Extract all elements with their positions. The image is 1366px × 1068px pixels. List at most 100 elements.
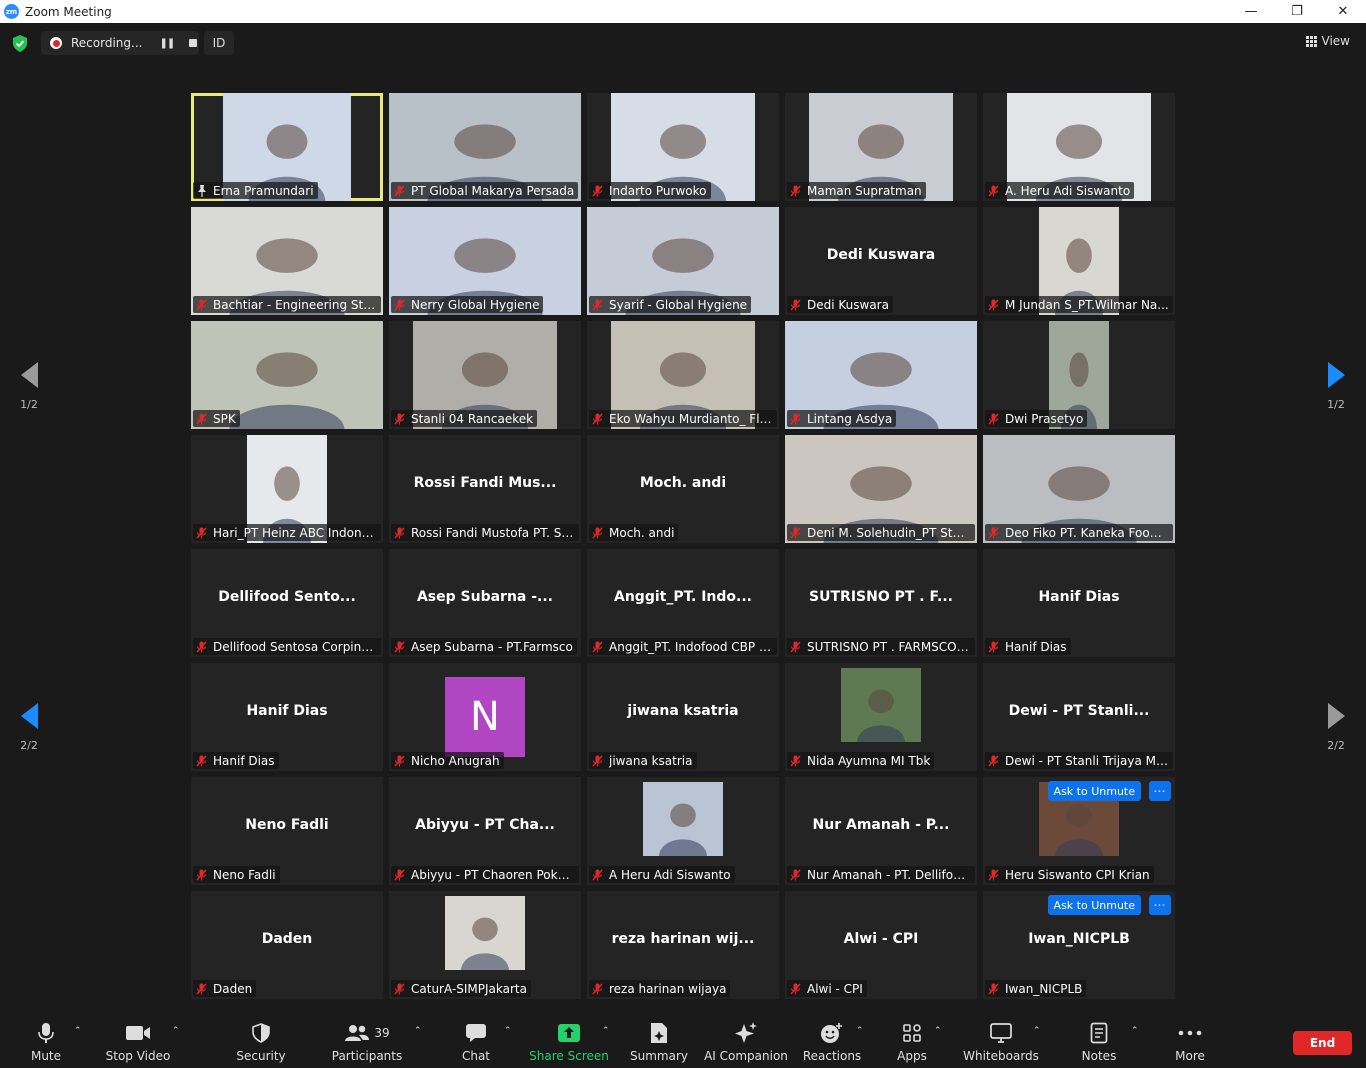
ask-to-unmute-button[interactable]: Ask to Unmute xyxy=(1047,895,1141,915)
participant-tile[interactable]: Deni M. Solehudin_PT Stanl... xyxy=(785,435,977,543)
mute-button[interactable]: Mute xyxy=(28,1020,64,1064)
meeting-id-button[interactable]: ID xyxy=(204,31,234,55)
apps-button[interactable]: Apps xyxy=(896,1020,928,1064)
participant-tile[interactable]: Erna Pramundari xyxy=(191,93,383,201)
participant-tile[interactable]: CaturA-SIMPJakarta xyxy=(389,891,581,999)
participant-display-name: Hanif Dias xyxy=(1038,589,1120,605)
reactions-button[interactable]: Reactions xyxy=(803,1020,861,1064)
participant-tile[interactable]: Nerry Global Hygiene xyxy=(389,207,581,315)
participant-tile[interactable]: Dewi - PT Stanli... Dewi - PT Stanli Trij… xyxy=(983,663,1175,771)
whiteboards-button[interactable]: Whiteboards xyxy=(963,1020,1039,1064)
participant-tile[interactable]: Neno Fadli Neno Fadli xyxy=(191,777,383,885)
participant-tile[interactable]: Deo Fiko PT. Kaneka Foods... xyxy=(983,435,1175,543)
participant-nameplate: Anggit_PT. Indofood CBP S... xyxy=(589,638,777,655)
participant-tile[interactable]: Rossi Fandi Mus... Rossi Fandi Mustofa PT… xyxy=(389,435,581,543)
ai-companion-button[interactable]: AI Companion xyxy=(704,1020,788,1064)
participant-tile[interactable]: Lintang Asdya xyxy=(785,321,977,429)
participant-tile[interactable]: SPK xyxy=(191,321,383,429)
participant-name: Neno Fadli xyxy=(213,867,276,882)
ask-to-unmute-button[interactable]: Ask to Unmute xyxy=(1047,781,1141,801)
recording-indicator[interactable]: Recording... ❚❚ xyxy=(41,31,199,55)
participants-options-chevron-icon[interactable]: ⌃ xyxy=(414,1026,422,1036)
recording-dot-icon xyxy=(50,37,62,49)
reactions-options-chevron-icon[interactable]: ⌃ xyxy=(856,1026,864,1036)
participants-button[interactable]: 39 Participants xyxy=(332,1020,402,1064)
participant-name: Bachtiar - Engineering Stanli xyxy=(213,297,377,312)
participant-tile[interactable]: Alwi - CPI Alwi - CPI xyxy=(785,891,977,999)
notes-button[interactable]: Notes xyxy=(1080,1020,1118,1064)
participant-tile[interactable]: Heru Siswanto CPI Krian Ask to Unmute ⋯ xyxy=(983,777,1175,885)
participant-tile[interactable]: Hari_PT Heinz ABC Indonesia xyxy=(191,435,383,543)
participant-tile[interactable]: Dellifood Sento... Dellifood Sentosa Corp… xyxy=(191,549,383,657)
participant-tile[interactable]: Dedi Kuswara Dedi Kuswara xyxy=(785,207,977,315)
participant-avatar: N xyxy=(445,677,525,757)
restore-button[interactable]: ❐ xyxy=(1274,0,1320,23)
muted-mic-icon xyxy=(988,755,999,766)
share-screen-button[interactable]: Share Screen xyxy=(529,1020,609,1064)
participant-tile[interactable]: A. Heru Adi Siswanto xyxy=(983,93,1175,201)
pause-recording-icon[interactable]: ❚❚ xyxy=(159,38,175,49)
more-button[interactable]: More xyxy=(1172,1020,1208,1064)
participant-tile[interactable]: Asep Subarna -... Asep Subarna - PT.Farms… xyxy=(389,549,581,657)
participant-display-name: Rossi Fandi Mus... xyxy=(413,475,557,491)
participant-name: Deni M. Solehudin_PT Stanl... xyxy=(807,525,971,540)
muted-mic-icon xyxy=(394,299,405,310)
stop-recording-icon[interactable] xyxy=(189,39,198,47)
next-page-button-2[interactable]: 2/2 xyxy=(1316,703,1356,752)
participant-tile[interactable]: Moch. andi Moch. andi xyxy=(587,435,779,543)
previous-page-button-2[interactable]: 2/2 xyxy=(9,703,49,752)
participant-tile[interactable]: Dwi Prasetyo xyxy=(983,321,1175,429)
chat-options-chevron-icon[interactable]: ⌃ xyxy=(504,1026,512,1036)
stop-video-button[interactable]: Stop Video xyxy=(106,1020,170,1064)
participant-name: Anggit_PT. Indofood CBP S... xyxy=(609,639,773,654)
participant-tile[interactable]: Abiyyu - PT Cha... Abiyyu - PT Chaoren Po… xyxy=(389,777,581,885)
microphone-icon xyxy=(38,1023,54,1043)
participant-nameplate: Hanif Dias xyxy=(193,752,279,769)
participant-tile[interactable]: Hanif Dias Hanif Dias xyxy=(983,549,1175,657)
muted-mic-icon xyxy=(988,299,999,310)
summary-button[interactable]: Summary xyxy=(630,1020,688,1064)
participant-tile[interactable]: Daden Daden xyxy=(191,891,383,999)
close-button[interactable]: ✕ xyxy=(1320,0,1366,23)
participant-nameplate: Indarto Purwoko xyxy=(589,182,711,199)
participant-tile[interactable]: N Nicho Anugrah xyxy=(389,663,581,771)
grid-view-icon xyxy=(1305,35,1317,47)
participant-nameplate: Bachtiar - Engineering Stanli xyxy=(193,296,381,313)
tile-more-options-button[interactable]: ⋯ xyxy=(1149,781,1171,801)
participant-tile[interactable]: jiwana ksatria jiwana ksatria xyxy=(587,663,779,771)
participant-tile[interactable]: Nida Ayumna MI Tbk xyxy=(785,663,977,771)
participant-tile[interactable]: Syarif - Global Hygiene xyxy=(587,207,779,315)
participant-tile[interactable]: Anggit_PT. Indo... Anggit_PT. Indofood CB… xyxy=(587,549,779,657)
next-page-button[interactable]: 1/2 xyxy=(1316,362,1356,411)
video-options-chevron-icon[interactable]: ⌃ xyxy=(172,1026,180,1036)
participant-tile[interactable]: PT Global Makarya Persada xyxy=(389,93,581,201)
security-button[interactable]: Security xyxy=(236,1020,286,1064)
apps-options-chevron-icon[interactable]: ⌃ xyxy=(934,1026,942,1036)
notes-options-chevron-icon[interactable]: ⌃ xyxy=(1131,1026,1139,1036)
participant-tile[interactable]: SUTRISNO PT . F... SUTRISNO PT . FARMSCO … xyxy=(785,549,977,657)
end-meeting-button[interactable]: End xyxy=(1293,1031,1352,1055)
minimize-button[interactable]: — xyxy=(1228,0,1274,23)
participant-tile[interactable]: Stanli 04 Rancaekek xyxy=(389,321,581,429)
muted-mic-icon xyxy=(592,299,603,310)
participant-tile[interactable]: A Heru Adi Siswanto xyxy=(587,777,779,885)
encryption-shield-icon[interactable] xyxy=(12,35,28,52)
participant-tile[interactable]: Maman Supratman xyxy=(785,93,977,201)
audio-options-chevron-icon[interactable]: ⌃ xyxy=(74,1026,82,1036)
tile-more-options-button[interactable]: ⋯ xyxy=(1149,895,1171,915)
participant-tile[interactable]: Iwan_NICPLB Iwan_NICPLB Ask to Unmute ⋯ xyxy=(983,891,1175,999)
share-options-chevron-icon[interactable]: ⌃ xyxy=(602,1026,610,1036)
chat-button[interactable]: Chat xyxy=(461,1020,491,1064)
previous-page-button[interactable]: 1/2 xyxy=(9,362,49,411)
participant-name: Deo Fiko PT. Kaneka Foods... xyxy=(1005,525,1169,540)
participant-tile[interactable]: Bachtiar - Engineering Stanli xyxy=(191,207,383,315)
participant-tile[interactable]: Eko Wahyu Murdianto_ Flo... xyxy=(587,321,779,429)
whiteboards-options-chevron-icon[interactable]: ⌃ xyxy=(1033,1026,1041,1036)
participant-tile[interactable]: M Jundan S_PT.Wilmar Na... xyxy=(983,207,1175,315)
view-button[interactable]: View xyxy=(1305,34,1350,48)
participant-tile[interactable]: reza harinan wij... reza harinan wijaya xyxy=(587,891,779,999)
participant-nameplate: Erna Pramundari xyxy=(193,182,318,199)
participant-tile[interactable]: Hanif Dias Hanif Dias xyxy=(191,663,383,771)
participant-tile[interactable]: Indarto Purwoko xyxy=(587,93,779,201)
participant-tile[interactable]: Nur Amanah - P... Nur Amanah - PT. Dellif… xyxy=(785,777,977,885)
